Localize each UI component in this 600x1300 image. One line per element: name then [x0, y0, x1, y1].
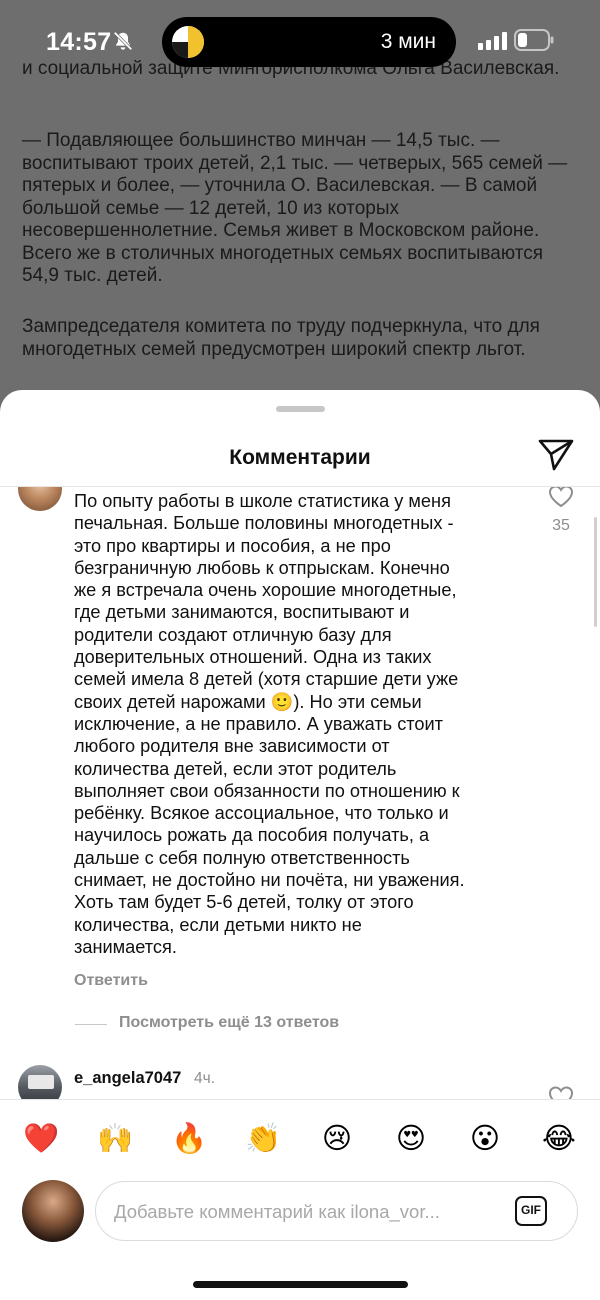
sheet-title: Комментарии — [229, 446, 371, 469]
comment-time: 4ч. — [194, 1070, 216, 1087]
gif-button[interactable]: GIF — [515, 1196, 547, 1226]
island-timer-text: 3 мин — [380, 30, 436, 53]
heart-outline-icon[interactable] — [548, 1085, 574, 1099]
status-bar: 14:57 3 мин — [0, 0, 600, 80]
bell-muted-icon — [113, 31, 133, 51]
like-count: 35 — [552, 517, 570, 534]
comment-username[interactable]: e_angela7047 — [74, 1069, 181, 1088]
emoji-quick-reactions: ❤️ 🙌 🔥 👏 😢 😍 😮 😂 — [0, 1118, 600, 1158]
comment-composer: Добавьте комментарий как ilona_vor... GI… — [0, 1180, 600, 1244]
avatar[interactable] — [18, 1065, 62, 1099]
view-replies-button[interactable]: Посмотреть ещё 13 ответов — [119, 1014, 339, 1032]
heart-outline-icon[interactable] — [548, 487, 574, 508]
emoji-heart[interactable]: ❤️ — [19, 1118, 63, 1158]
replies-divider — [75, 1024, 107, 1025]
scrollbar[interactable] — [594, 517, 597, 627]
article-paragraph: Зампредседателя комитета по труду подчер… — [22, 316, 540, 360]
sheet-grabber[interactable] — [276, 406, 325, 412]
comments-sheet: Комментарии По опыту работы в школе стат… — [0, 390, 600, 1300]
article-paragraph: — Подавляющее большинство минчан — 14,5 … — [22, 130, 568, 286]
home-indicator[interactable] — [193, 1281, 408, 1288]
emoji-surprised[interactable]: 😮 — [463, 1118, 507, 1158]
comment-list[interactable]: По опыту работы в школе статистика у мен… — [0, 487, 600, 1099]
emoji-bar-divider — [0, 1099, 600, 1100]
emoji-clapping[interactable]: 👏 — [241, 1118, 285, 1158]
comment-text: По опыту работы в школе статистика у мен… — [74, 491, 465, 957]
emoji-laughing[interactable]: 😂 — [537, 1118, 581, 1158]
reply-button[interactable]: Ответить — [74, 972, 148, 990]
article-text: и социальной защите Мингорисполкома Ольг… — [0, 60, 600, 400]
timer-icon — [172, 26, 204, 58]
emoji-heart-eyes[interactable]: 😍 — [389, 1118, 433, 1158]
status-time: 14:57 — [46, 28, 112, 56]
comment-input[interactable]: Добавьте комментарий как ilona_vor... GI… — [95, 1181, 578, 1241]
share-send-icon[interactable] — [538, 438, 574, 472]
emoji-raised-hands[interactable]: 🙌 — [93, 1118, 137, 1158]
emoji-crying[interactable]: 😢 — [315, 1118, 359, 1158]
comment-input-placeholder: Добавьте комментарий как ilona_vor... — [114, 1201, 440, 1222]
avatar — [22, 1180, 84, 1242]
dynamic-island[interactable]: 3 мин — [162, 17, 456, 67]
signal-icon — [478, 32, 508, 50]
avatar[interactable] — [18, 487, 62, 511]
battery-icon — [514, 29, 554, 51]
emoji-fire[interactable]: 🔥 — [167, 1118, 211, 1158]
